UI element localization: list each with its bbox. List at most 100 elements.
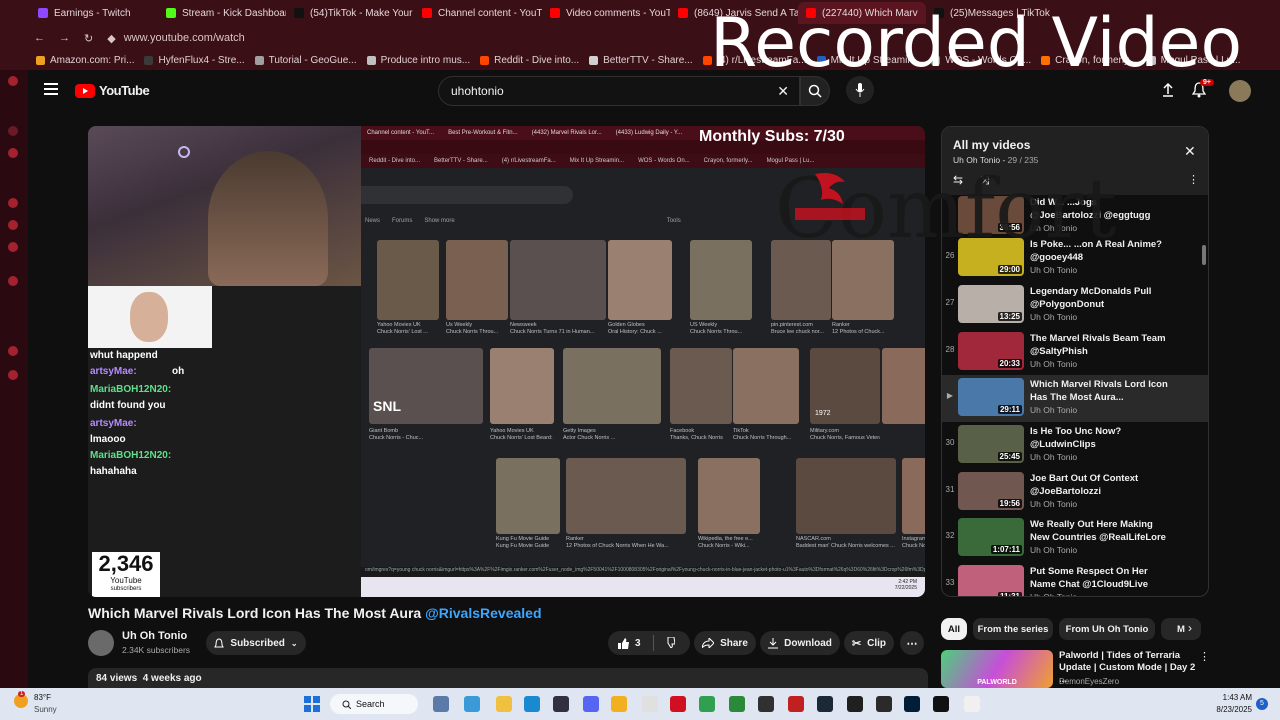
download-button[interactable]: Download xyxy=(760,631,840,655)
bookmark-item[interactable]: HyfenFlux4 - Stre... xyxy=(144,55,245,66)
tab-favicon-icon xyxy=(422,8,432,18)
like-button[interactable]: 3 xyxy=(618,637,641,649)
windows-taskbar: 1 83°F Sunny Search 1:43 AM 8/23/2025 5 xyxy=(0,688,1280,720)
sidebar-icon[interactable] xyxy=(8,370,18,380)
description-box[interactable]: 84 views 4 weeks ago xyxy=(88,668,928,688)
photos-icon[interactable] xyxy=(464,696,480,712)
like-dislike-group: 3 xyxy=(608,631,690,655)
weather-temp[interactable]: 83°F xyxy=(34,693,51,702)
notifications-icon[interactable]: 9+ xyxy=(1192,79,1214,98)
search-icon xyxy=(342,700,351,709)
chrome-canary-icon[interactable] xyxy=(611,696,627,712)
upload-icon[interactable] xyxy=(1162,83,1174,97)
face-image xyxy=(130,292,168,342)
obs-icon[interactable] xyxy=(758,696,774,712)
playlist-item[interactable]: 28 20:33 The Marvel Rivals Beam Team @Salt… xyxy=(942,329,1208,376)
taskbar-search[interactable]: Search xyxy=(330,694,418,714)
filter-chip[interactable]: M xyxy=(1161,618,1201,640)
title-mention-link[interactable]: @RivalsRevealed xyxy=(425,605,541,621)
browser-tab[interactable]: Stream - Kick Dashboard xyxy=(158,2,286,24)
filter-chip[interactable]: From Uh Oh Tonio xyxy=(1059,618,1155,640)
windows-start-icon[interactable] xyxy=(304,696,320,712)
playlist-item[interactable]: 27 13:25 Legendary McDonalds Pull @Polygon… xyxy=(942,282,1208,329)
subscribed-button[interactable]: Subscribed ⌄ xyxy=(206,631,306,655)
widget-icon[interactable] xyxy=(433,696,449,712)
youtube-logo[interactable]: YouTube xyxy=(75,83,150,98)
playlist-item[interactable]: 31 19:56 Joe Bart Out Of Context @JoeBarto… xyxy=(942,469,1208,516)
channel-avatar[interactable] xyxy=(88,630,114,656)
edge-icon[interactable] xyxy=(524,696,540,712)
sidebar-icon[interactable] xyxy=(8,148,18,158)
captured-tab: Best Pre-Workout & Fitn... xyxy=(448,130,518,136)
duration-badge: 25:45 xyxy=(997,452,1022,461)
recommended-video[interactable]: PALWORLD Palworld | Tides of Terraria Up… xyxy=(941,650,1210,688)
sidebar-icon[interactable] xyxy=(8,346,18,356)
discord-icon[interactable] xyxy=(583,696,599,712)
reload-icon[interactable]: ↻ xyxy=(84,32,93,45)
taskbar-clock[interactable]: 1:43 AM 8/23/2025 xyxy=(1196,693,1252,714)
image-title-label: Chuck Norris - Wiki... xyxy=(698,543,750,549)
share-button[interactable]: Share xyxy=(694,631,756,655)
file-icon[interactable] xyxy=(642,696,658,712)
site-info-icon[interactable]: ◆ xyxy=(107,32,115,45)
image-source-label: NASCAR.com xyxy=(796,536,831,542)
menu-icon[interactable] xyxy=(44,83,58,95)
bookmark-item[interactable]: BetterTTV - Share... xyxy=(589,55,693,66)
sidebar-icon[interactable] xyxy=(8,76,18,86)
sidebar-icon[interactable] xyxy=(8,242,18,252)
clip-button[interactable]: ✂ Clip xyxy=(844,631,894,655)
playlist-item[interactable]: 33 11:31 Put Some Respect On Her Name Chat… xyxy=(942,562,1208,596)
chat-message: hahahaha xyxy=(90,466,137,477)
document-icon[interactable] xyxy=(964,696,980,712)
url-field[interactable]: www.youtube.com/watch xyxy=(124,32,245,44)
tiktok-icon[interactable] xyxy=(933,696,949,712)
browser-tab[interactable]: Earnings - Twitch xyxy=(30,2,158,24)
browser-tab[interactable]: (54)TikTok - Make Your D xyxy=(286,2,414,24)
app-icon[interactable] xyxy=(788,696,804,712)
close-icon[interactable]: ✕ xyxy=(1184,143,1196,160)
browser-tab[interactable]: Video comments - YouT xyxy=(542,2,670,24)
more-vert-icon[interactable]: ⋮ xyxy=(1199,650,1210,663)
sidebar-icon[interactable] xyxy=(8,198,18,208)
tab-favicon-icon xyxy=(678,8,688,18)
more-vert-icon[interactable]: ⋮ xyxy=(1188,173,1199,186)
filter-chip[interactable]: All xyxy=(941,618,967,640)
playlist-scrollbar[interactable] xyxy=(1202,245,1206,265)
back-icon[interactable]: ← xyxy=(34,32,45,44)
bookmark-item[interactable]: Tutorial - GeoGue... xyxy=(254,55,357,66)
clear-search-icon[interactable]: ✕ xyxy=(777,83,789,100)
terminal-icon[interactable] xyxy=(876,696,892,712)
image-source-label: Ranker xyxy=(566,536,584,542)
app-icon[interactable] xyxy=(847,696,863,712)
xbox-icon[interactable] xyxy=(729,696,745,712)
sidebar-icon[interactable] xyxy=(8,126,18,136)
chevron-right-icon[interactable]: › xyxy=(1188,621,1192,635)
sidebar-icon[interactable] xyxy=(8,276,18,286)
sidebar-icon[interactable] xyxy=(8,220,18,230)
filter-chip[interactable]: From the series xyxy=(973,618,1053,640)
playlist-item[interactable]: 30 25:45 Is He Too Unc Now? @LudwinClips Uh… xyxy=(942,422,1208,469)
playlist-item[interactable]: 32 1:07:11 We Really Out Here Making New C… xyxy=(942,515,1208,562)
more-actions-button[interactable]: ⋯ xyxy=(900,631,924,655)
chat-message: oh xyxy=(172,366,185,377)
game-icon[interactable] xyxy=(553,696,569,712)
browser-tab[interactable]: Channel content - YouTu xyxy=(414,2,542,24)
bookmark-item[interactable]: Reddit - Dive into... xyxy=(480,55,579,66)
image-source-label: Yahoo Movies UK xyxy=(377,322,421,328)
bookmark-item[interactable]: Amazon.com: Pri... xyxy=(36,55,134,66)
bookmark-item[interactable]: Produce intro mus... xyxy=(366,55,470,66)
forward-icon[interactable]: → xyxy=(59,32,70,44)
channel-name[interactable]: Uh Oh Tonio xyxy=(122,630,187,642)
playlist-item[interactable]: ▶ 29:11 Which Marvel Rivals Lord Icon Has … xyxy=(942,375,1208,422)
steam-icon[interactable] xyxy=(817,696,833,712)
image-title-label: Kung Fu Movie Guide xyxy=(496,543,550,549)
file-explorer-icon[interactable] xyxy=(496,696,512,712)
webcam-overlay xyxy=(88,126,361,286)
tab-label: Video comments - YouT xyxy=(566,7,670,19)
chrome-icon[interactable] xyxy=(699,696,715,712)
opera-icon[interactable] xyxy=(670,696,686,712)
playlist-title[interactable]: All my videos xyxy=(953,138,1030,152)
photoshop-icon[interactable] xyxy=(904,696,920,712)
notification-count[interactable]: 5 xyxy=(1256,698,1268,710)
dislike-button[interactable] xyxy=(664,637,675,648)
